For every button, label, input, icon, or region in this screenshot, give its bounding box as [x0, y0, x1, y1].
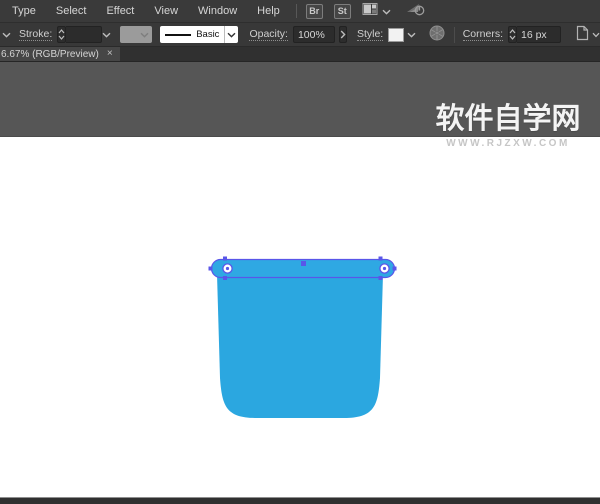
style-label[interactable]: Style:: [357, 28, 383, 41]
corners-input[interactable]: [517, 26, 561, 43]
corners-label[interactable]: Corners:: [463, 28, 503, 41]
document-tab[interactable]: 6.67% (RGB/Preview) ×: [0, 47, 120, 61]
menu-view[interactable]: View: [144, 0, 188, 22]
style-swatch: [388, 28, 404, 42]
opacity-label[interactable]: Opacity:: [249, 28, 288, 41]
brush-definition-dropdown[interactable]: Basic: [160, 26, 238, 43]
graphic-style-dropdown[interactable]: [388, 26, 419, 43]
stroke-weight-input[interactable]: [66, 26, 102, 43]
chevron-down-icon: [382, 2, 391, 20]
opacity-options-button[interactable]: [339, 26, 347, 43]
close-icon[interactable]: ×: [107, 49, 113, 59]
recolor-artwork-icon: [428, 24, 446, 45]
options-separator: [454, 27, 455, 43]
menu-type[interactable]: Type: [2, 0, 46, 22]
brush-name-label: Basic: [196, 29, 219, 40]
chevron-down-icon[interactable]: [404, 26, 419, 43]
document-tab-bar: 6.67% (RGB/Preview) ×: [0, 47, 600, 62]
gpu-performance-icon: [405, 1, 427, 22]
stroke-weight-stepper[interactable]: [57, 26, 66, 43]
menu-effect[interactable]: Effect: [96, 0, 144, 22]
pasteboard: [0, 62, 600, 137]
fill-dropdown-chevron[interactable]: [2, 26, 11, 43]
bridge-button[interactable]: Br: [306, 4, 323, 19]
shape-properties-button[interactable]: [575, 25, 600, 44]
stroke-weight-dropdown-chevron[interactable]: [102, 26, 111, 43]
stock-button[interactable]: St: [334, 4, 351, 19]
width-profile-dropdown: [120, 26, 152, 43]
chevron-down-icon: [592, 29, 600, 41]
menu-help[interactable]: Help: [247, 0, 290, 22]
control-bar: Stroke: Basic Opacity: Style:: [0, 23, 600, 47]
document-setup-icon: [575, 25, 590, 44]
status-bar: [0, 497, 600, 504]
corners-stepper[interactable]: [508, 26, 517, 43]
brush-basic-preview: [165, 34, 191, 36]
chevron-down-icon[interactable]: [224, 26, 238, 43]
opacity-input[interactable]: [293, 26, 335, 43]
bucket-body-shape[interactable]: [217, 274, 383, 418]
menu-window[interactable]: Window: [188, 0, 247, 22]
recolor-artwork-button[interactable]: [428, 24, 446, 45]
stroke-label[interactable]: Stroke:: [19, 28, 52, 41]
illustrator-window: Type Select Effect View Window Help Br S…: [0, 0, 600, 504]
menu-select[interactable]: Select: [46, 0, 97, 22]
menu-separator: [296, 4, 297, 18]
menu-bar: Type Select Effect View Window Help Br S…: [0, 0, 600, 23]
document-tab-label: 6.67% (RGB/Preview): [1, 49, 99, 60]
gpu-performance-button[interactable]: [405, 1, 427, 22]
workspace-layout-icon: [362, 2, 378, 21]
workspace-switcher-button[interactable]: [362, 2, 391, 21]
bucket-rim-shape[interactable]: [212, 260, 395, 278]
